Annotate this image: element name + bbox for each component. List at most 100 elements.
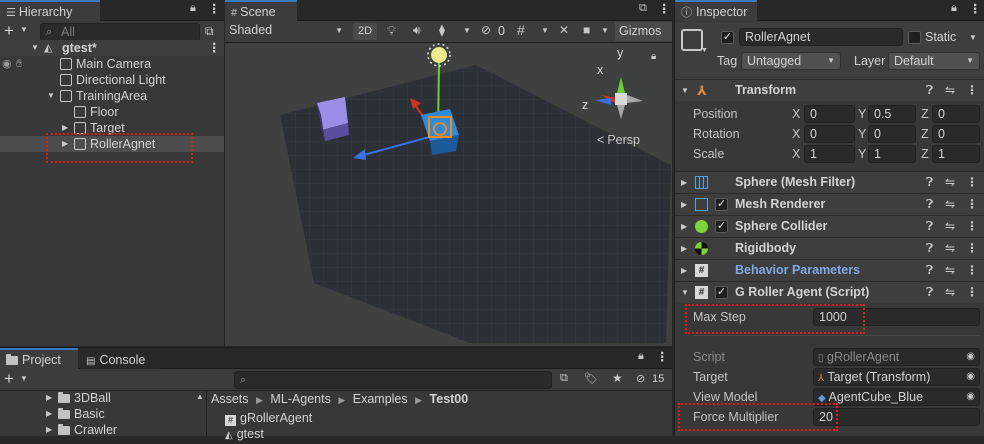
pickable-hand-icon[interactable]: ✋︎ — [16, 56, 22, 72]
component-transform-header[interactable]: ▼ ⅄ Transform ❓︎ ⇋ ⋮ — [675, 79, 984, 101]
icon-dropdown-arrow-icon[interactable]: ▼ — [701, 47, 708, 54]
target-field[interactable]: ⅄ Target (Transform) ◉ — [813, 368, 980, 386]
breadcrumb-item[interactable]: Examples — [353, 392, 408, 406]
help-icon[interactable]: ❓︎ — [926, 282, 933, 303]
breadcrumb-item[interactable]: ML-Agents — [270, 392, 330, 406]
dropdown-arrow-icon[interactable]: ▼ — [463, 26, 471, 35]
scene-viewport[interactable]: y x z 🔒︎ < Persp — [225, 43, 672, 346]
collapsed-arrow-icon[interactable]: ▶ — [46, 390, 52, 406]
tab-hierarchy[interactable]: ☰ Hierarchy — [0, 0, 100, 21]
hierarchy-search-field[interactable]: ⌕ All — [40, 23, 200, 41]
preset-sliders-icon[interactable]: ⇋ — [945, 238, 955, 259]
breadcrumb-item-current[interactable]: Test00 — [430, 392, 469, 406]
collapsed-arrow-icon[interactable]: ▶ — [681, 194, 687, 215]
file-item[interactable]: # gRollerAgent — [225, 410, 312, 426]
more-menu-icon[interactable]: ⋮ — [966, 172, 978, 193]
rotation-z-field[interactable]: 0 — [932, 125, 980, 143]
folder-item[interactable]: ▶ Basic — [0, 406, 205, 422]
g-roller-agent-enabled-checkbox[interactable]: ✓ — [715, 286, 728, 299]
more-menu-icon[interactable]: ⋮ — [969, 1, 982, 16]
lock-icon[interactable]: 🔒︎ — [638, 350, 644, 363]
folder-item[interactable]: ▶ 3DBall — [0, 390, 205, 406]
object-picker-icon[interactable]: ◉ — [966, 369, 975, 385]
static-dropdown-arrow-icon[interactable]: ▼ — [969, 33, 977, 42]
component-sphere-collider-header[interactable]: ▶ ✓ Sphere Collider ❓︎ ⇋ ⋮ — [675, 215, 984, 237]
tab-console[interactable]: ▤ Console — [80, 348, 160, 369]
shading-mode-dropdown[interactable]: Shaded ▼ — [229, 21, 347, 41]
sphere-collider-enabled-checkbox[interactable]: ✓ — [715, 220, 728, 233]
project-search-field[interactable]: ⌕ — [234, 371, 552, 389]
component-behavior-parameters-header[interactable]: ▶ # Behavior Parameters ❓︎ ⇋ ⋮ — [675, 259, 984, 281]
tab-inspector[interactable]: ⓘ Inspector — [675, 0, 757, 21]
tab-scene[interactable]: # Scene — [225, 0, 297, 21]
scale-y-field[interactable]: 1 — [868, 145, 916, 163]
position-x-field[interactable]: 0 — [804, 105, 855, 123]
more-menu-icon[interactable]: ⋮ — [966, 282, 978, 303]
position-y-field[interactable]: 0.5 — [868, 105, 916, 123]
preset-sliders-icon[interactable]: ⇋ — [945, 282, 955, 303]
position-z-field[interactable]: 0 — [932, 105, 980, 123]
create-button[interactable]: + — [4, 369, 14, 389]
preset-sliders-icon[interactable]: ⇋ — [945, 194, 955, 215]
scale-x-field[interactable]: 1 — [804, 145, 855, 163]
tab-project[interactable]: Project — [0, 348, 78, 369]
preset-sliders-icon[interactable]: ⇋ — [945, 216, 955, 237]
preset-sliders-icon[interactable]: ⇋ — [945, 80, 955, 101]
expand-arrow-icon[interactable]: ▼ — [31, 40, 39, 56]
breadcrumb-item[interactable]: Assets — [211, 392, 249, 406]
file-item[interactable]: ◭ gtest — [225, 426, 264, 442]
dropdown-arrow-icon[interactable]: ▼ — [601, 26, 609, 35]
preset-sliders-icon[interactable]: ⇋ — [945, 172, 955, 193]
component-mesh-filter-header[interactable]: ▶ Sphere (Mesh Filter) ❓︎ ⇋ ⋮ — [675, 171, 984, 193]
component-mesh-renderer-header[interactable]: ▶ ✓ Mesh Renderer ❓︎ ⇋ ⋮ — [675, 193, 984, 215]
tree-item-training-area[interactable]: ▼ TrainingArea — [0, 88, 224, 104]
tree-item-main-camera[interactable]: ◉ ✋︎ Main Camera — [0, 56, 224, 72]
hidden-packages-icon[interactable]: ⊘ — [636, 372, 645, 385]
gizmo-lock-icon[interactable]: 🔒︎ — [651, 51, 656, 62]
force-multiplier-field[interactable]: 20 — [813, 408, 980, 426]
audio-toggle-icon[interactable]: 🔊︎ — [413, 23, 421, 38]
component-g-roller-agent-header[interactable]: ▼ # ✓ G Roller Agent (Script) ❓︎ ⇋ ⋮ — [675, 281, 984, 303]
help-icon[interactable]: ❓︎ — [926, 194, 933, 215]
tag-dropdown[interactable]: Untagged ▼ — [741, 52, 841, 70]
rotation-x-field[interactable]: 0 — [804, 125, 855, 143]
active-checkbox[interactable]: ✓ — [721, 31, 734, 44]
more-menu-icon[interactable]: ⋮ — [658, 1, 671, 16]
layer-dropdown[interactable]: Default ▼ — [888, 52, 980, 70]
more-menu-icon[interactable]: ⋮ — [966, 238, 978, 259]
rotation-y-field[interactable]: 0 — [868, 125, 916, 143]
preset-sliders-icon[interactable]: ⇋ — [945, 260, 955, 281]
search-by-type-icon[interactable]: ⧉ — [560, 372, 568, 385]
expand-arrow-icon[interactable]: ▼ — [47, 88, 55, 104]
collapsed-arrow-icon[interactable]: ▶ — [681, 172, 687, 193]
dropdown-arrow-icon[interactable]: ▼ — [20, 25, 28, 34]
view-model-field[interactable]: ◆ AgentCube_Blue ◉ — [813, 388, 980, 406]
dropdown-arrow-icon[interactable]: ▼ — [20, 374, 28, 383]
object-name-field[interactable]: RollerAgnet — [739, 28, 903, 46]
grid-toggle-icon[interactable]: # — [517, 22, 525, 38]
lighting-toggle-icon[interactable]: 💡︎ — [387, 23, 396, 39]
maximize-icon[interactable]: ⧉ — [639, 2, 647, 15]
tree-item-floor[interactable]: Floor — [0, 104, 224, 120]
collapsed-arrow-icon[interactable]: ▶ — [681, 238, 687, 259]
filter-by-label-icon[interactable]: 🏷︎ — [584, 372, 598, 385]
visibility-eye-icon[interactable]: ◉ — [2, 56, 12, 72]
more-menu-icon[interactable]: ⋮ — [966, 216, 978, 237]
more-menu-icon[interactable]: ⋮ — [966, 194, 978, 215]
help-icon[interactable]: ❓︎ — [926, 172, 933, 193]
tools-wrench-icon[interactable]: ✕ — [559, 23, 569, 37]
more-menu-icon[interactable]: ⋮ — [656, 349, 669, 364]
collapsed-arrow-icon[interactable]: ▶ — [681, 260, 687, 281]
object-picker-icon[interactable]: ◉ — [966, 389, 975, 405]
more-menu-icon[interactable]: ⋮ — [966, 260, 978, 281]
effects-layers-icon[interactable]: ⧫ — [439, 23, 445, 37]
scale-z-field[interactable]: 1 — [932, 145, 980, 163]
scroll-up-arrow-icon[interactable]: ▲ — [196, 392, 204, 401]
scene-more-icon[interactable]: ⋮ — [208, 40, 221, 56]
persp-label[interactable]: < Persp — [597, 133, 640, 147]
more-menu-icon[interactable]: ⋮ — [966, 80, 978, 101]
lock-icon[interactable]: 🔒︎ — [951, 2, 957, 15]
search-options-icon[interactable]: ⧉ — [205, 24, 214, 39]
help-icon[interactable]: ❓︎ — [926, 260, 933, 281]
lock-icon[interactable]: 🔒︎ — [190, 2, 196, 15]
